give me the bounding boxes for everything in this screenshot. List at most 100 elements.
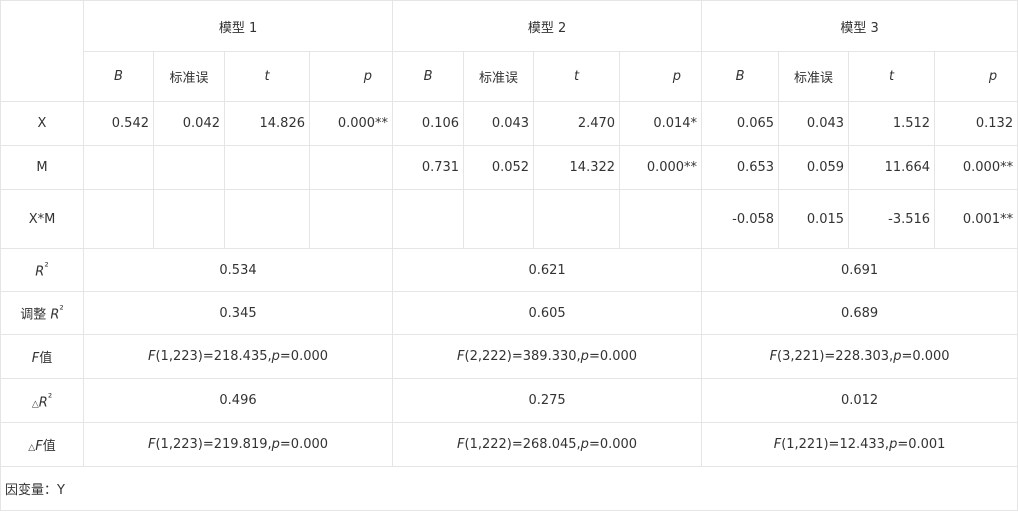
cell-value: 0.052 — [463, 145, 535, 190]
f-args: (1,222)=268.045, — [464, 437, 581, 452]
cell-value: 0.001** — [934, 189, 1018, 249]
p-sym: p — [271, 437, 280, 452]
col-header-se: 标准误 — [153, 51, 225, 102]
superscript-two: ² — [59, 303, 64, 317]
empty-cell — [153, 145, 225, 190]
summary-value: 0.605 — [392, 291, 703, 335]
cell-value: 0.015 — [778, 189, 850, 249]
delta-icon: △ — [31, 399, 39, 410]
summary-value: 0.621 — [392, 248, 703, 292]
p-val: =0.000 — [588, 437, 638, 452]
cell-value: 0.043 — [778, 101, 850, 146]
p-sym: p — [271, 349, 280, 364]
p-val: =0.000 — [279, 437, 329, 452]
superscript-two: ² — [47, 390, 53, 404]
regression-table: 模型 1 模型 2 模型 3 B 标准误 t p B 标准误 t p B 标准误… — [0, 0, 1018, 511]
f-args: (1,223)=218.435, — [155, 349, 272, 364]
cell-value: -3.516 — [848, 189, 936, 249]
adj-prefix: 调整 — [20, 307, 51, 323]
col-header-b: B — [392, 51, 465, 102]
footnote-row: 因变量：Y — [0, 466, 1018, 511]
f-args: (1,223)=219.819, — [155, 437, 272, 452]
cell-value: 0.542 — [83, 101, 154, 146]
p-val: =0.000 — [901, 349, 950, 364]
f-args: (2,222)=389.330, — [464, 349, 581, 364]
cell-value: 14.322 — [533, 145, 621, 190]
empty-cell — [392, 189, 465, 249]
cell-value: -0.058 — [701, 189, 780, 249]
cell-value: 2.470 — [533, 101, 621, 146]
summary-value: 0.012 — [701, 378, 1018, 423]
f-stat: F(2,222)=389.330,p=0.000 — [392, 334, 703, 379]
empty-cell — [533, 189, 621, 249]
summary-value: 0.534 — [82, 248, 394, 292]
f-stat: F(1,223)=218.435,p=0.000 — [82, 334, 394, 379]
empty-cell — [83, 145, 154, 190]
cell-value: 0.042 — [153, 101, 225, 146]
empty-cell — [308, 145, 394, 190]
row-label-delta-r2: △R² — [0, 378, 84, 423]
table-row-delta-r2: △R² 0.496 0.275 0.012 — [0, 378, 1018, 423]
empty-cell — [619, 189, 703, 249]
table-row-adj-r2: 调整 R² 0.345 0.605 0.689 — [0, 291, 1018, 335]
cell-value: 0.065 — [701, 101, 780, 146]
col-header-se: 标准误 — [463, 51, 535, 102]
cell-value: 1.512 — [848, 101, 936, 146]
p-val: =0.000 — [279, 349, 329, 364]
cell-value: 0.132 — [934, 101, 1018, 146]
f-args: (1,221)=12.433, — [781, 437, 890, 452]
row-label-xm: X*M — [0, 189, 84, 249]
cell-value: 0.000** — [619, 145, 703, 190]
p-val: =0.000 — [588, 349, 638, 364]
row-label-r2: R² — [0, 248, 84, 292]
cell-value: 0.059 — [778, 145, 850, 190]
summary-value: 0.689 — [701, 291, 1018, 335]
summary-value: 0.345 — [82, 291, 394, 335]
col-header-b: B — [701, 51, 780, 102]
r-symbol: R — [35, 264, 45, 280]
cell-value: 11.664 — [848, 145, 936, 190]
column-header-row: B 标准误 t p B 标准误 t p B 标准误 t p — [1, 51, 1018, 102]
col-header-t: t — [224, 51, 310, 102]
p-sym: p — [580, 349, 589, 364]
summary-value: 0.275 — [392, 378, 703, 423]
col-header-p: p — [308, 51, 394, 102]
col-header-p: p — [619, 51, 703, 102]
value-suffix: 值 — [42, 439, 56, 454]
empty-cell — [463, 189, 535, 249]
f-sym: F — [457, 349, 465, 364]
summary-value: 0.496 — [82, 378, 394, 423]
row-label-delta-f: △F值 — [0, 422, 84, 467]
row-label-m: M — [0, 145, 84, 190]
f-symbol: F — [35, 439, 43, 454]
col-header-se: 标准误 — [778, 51, 850, 102]
footnote: 因变量：Y — [0, 466, 1018, 511]
cell-value: 0.043 — [463, 101, 535, 146]
delta-f-stat: F(1,222)=268.045,p=0.000 — [392, 422, 703, 467]
cell-value: 0.000** — [308, 101, 394, 146]
table-row-f: F值 F(1,223)=218.435,p=0.000 F(2,222)=389… — [0, 334, 1018, 379]
cell-value: 0.731 — [392, 145, 465, 190]
cell-value: 0.653 — [701, 145, 780, 190]
summary-value: 0.691 — [701, 248, 1018, 292]
col-header-p: p — [934, 51, 1018, 102]
table-row-x: X 0.542 0.042 14.826 0.000** 0.106 0.043… — [0, 101, 1018, 146]
model-2-header: 模型 2 — [392, 0, 703, 52]
cell-value: 0.014* — [619, 101, 703, 146]
model-header-row: 模型 1 模型 2 模型 3 — [0, 0, 1018, 102]
col-header-t: t — [848, 51, 936, 102]
row-label-x: X — [0, 101, 84, 146]
cell-value: 14.826 — [224, 101, 310, 146]
f-stat: F(3,221)=228.303,p=0.000 — [701, 334, 1018, 379]
value-suffix: 值 — [39, 351, 53, 366]
row-label-adj-r2: 调整 R² — [0, 291, 84, 335]
model-1-header: 模型 1 — [82, 0, 394, 52]
delta-f-stat: F(1,223)=219.819,p=0.000 — [82, 422, 394, 467]
f-sym: F — [769, 349, 778, 364]
table-row-delta-f: △F值 F(1,223)=219.819,p=0.000 F(1,222)=26… — [0, 422, 1018, 467]
empty-cell — [83, 189, 154, 249]
table-row-xm: X*M -0.058 0.015 -3.516 0.001** — [0, 189, 1018, 249]
p-sym: p — [580, 437, 589, 452]
empty-cell — [308, 189, 394, 249]
empty-cell — [153, 189, 225, 249]
